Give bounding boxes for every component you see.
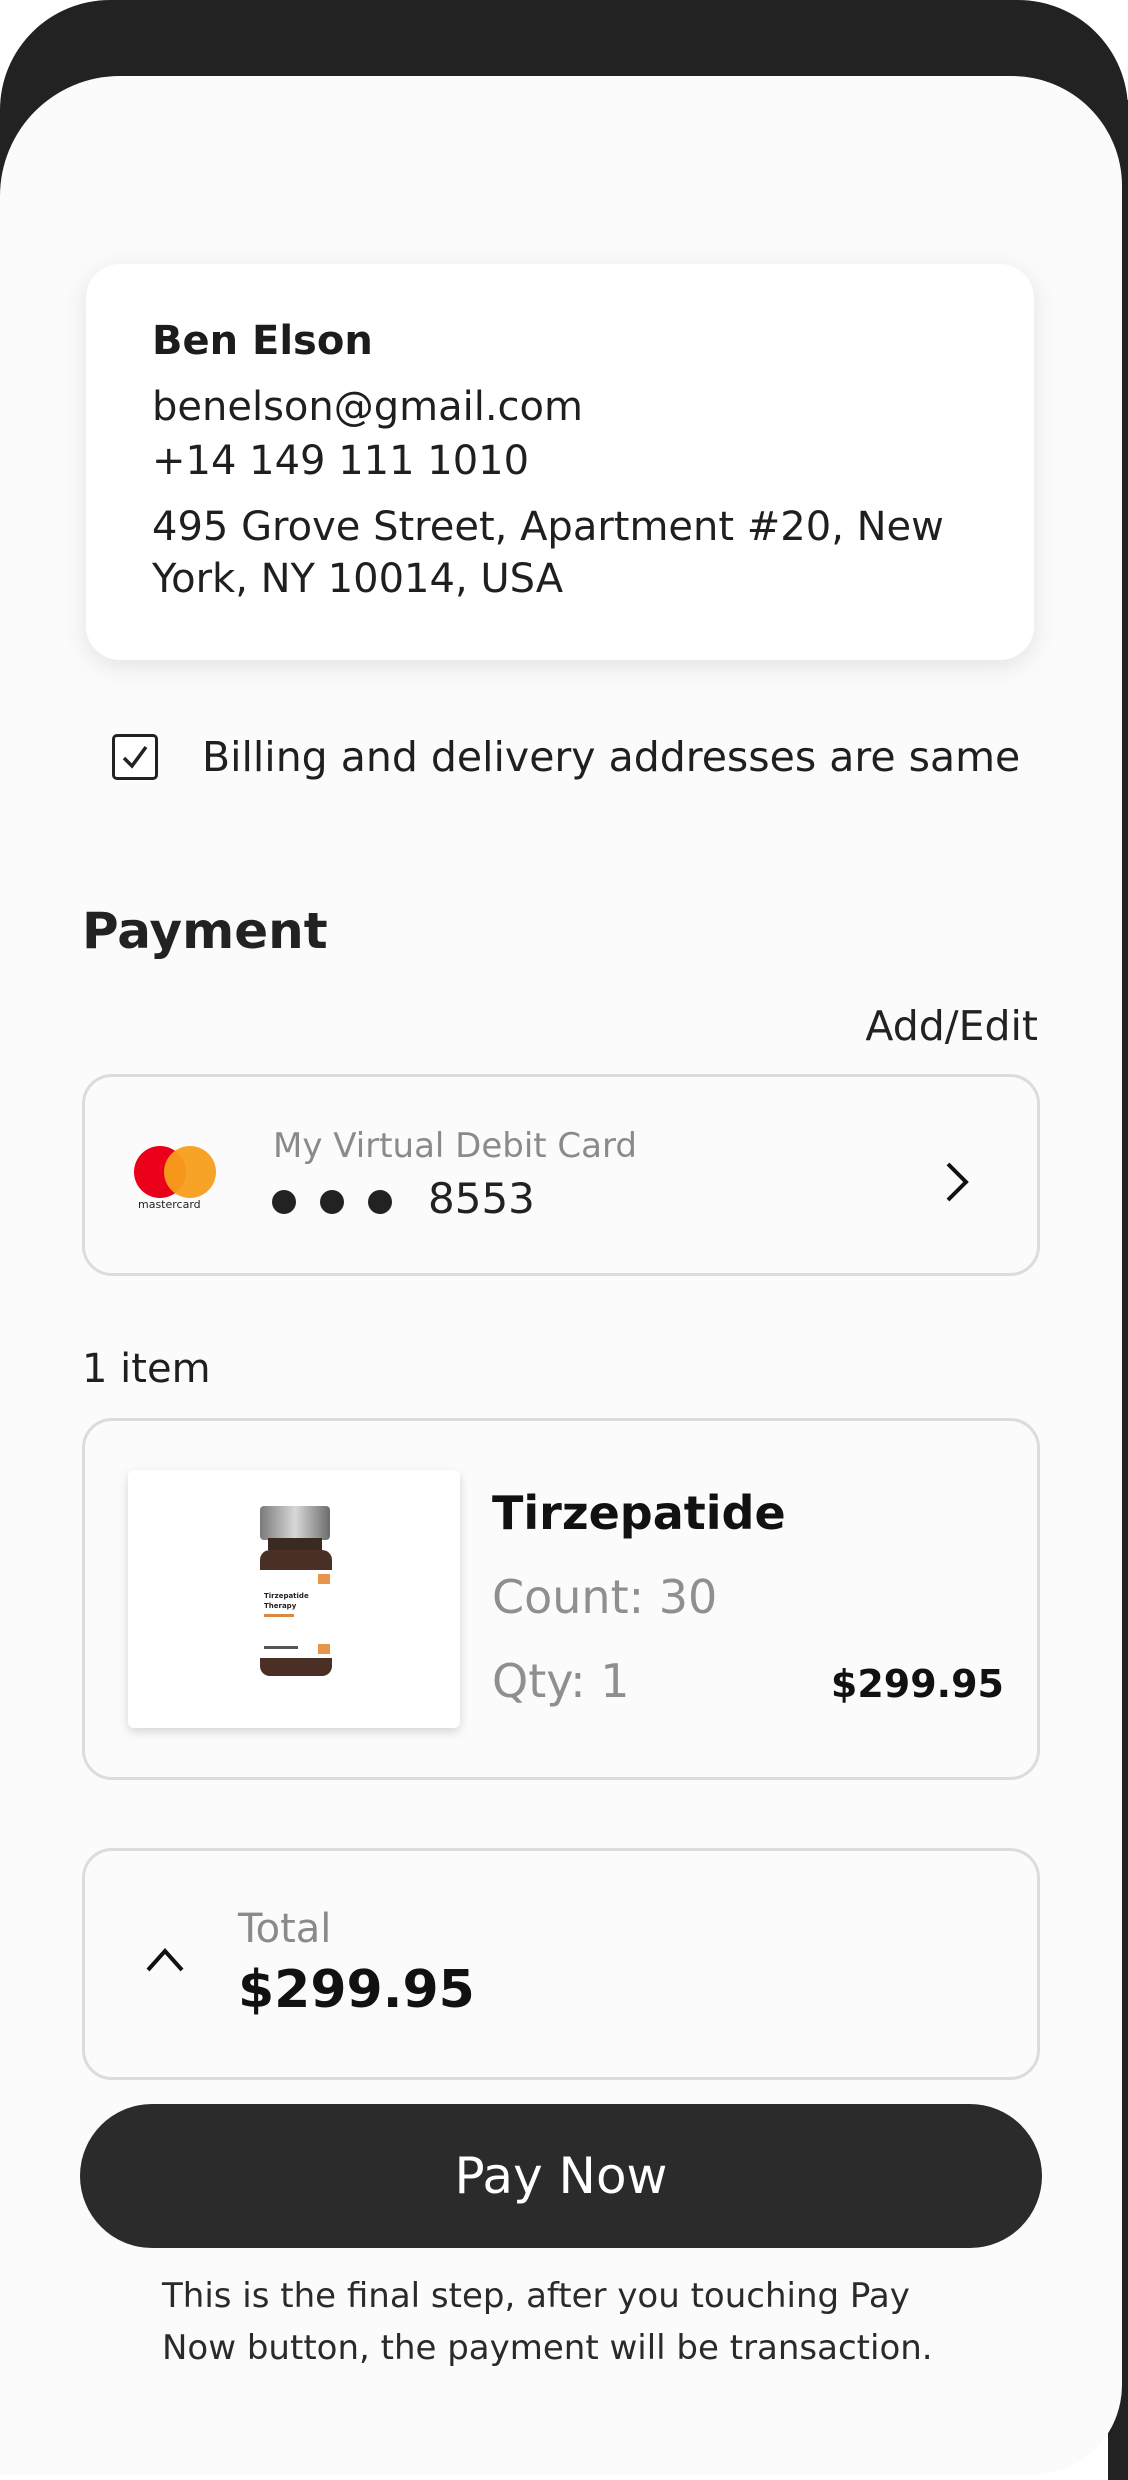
pay-now-button[interactable]: Pay Now: [80, 2104, 1042, 2248]
chevron-right-icon[interactable]: [940, 1158, 974, 1206]
payment-card-row[interactable]: [82, 1074, 1040, 1276]
product-price: $299.95: [830, 1662, 1004, 1706]
product-count: Count: 30: [492, 1570, 718, 1624]
medicine-vial-icon: Tirzepatide Therapy: [260, 1506, 332, 1676]
card-last4: 8553: [428, 1174, 535, 1223]
total-summary[interactable]: [82, 1848, 1040, 2080]
items-count: 1 item: [82, 1346, 211, 1392]
payment-title: Payment: [82, 902, 328, 960]
checkmark-icon: [122, 745, 148, 769]
card-mask-dot: [320, 1190, 344, 1214]
payment-note: This is the final step, after you touchi…: [162, 2270, 982, 2374]
billing-same-checkbox[interactable]: [112, 734, 158, 780]
product-name: Tirzepatide: [492, 1486, 786, 1540]
payment-note-line1: This is the final step, after you touchi…: [162, 2276, 910, 2316]
address-email: benelson@gmail.com: [152, 384, 583, 430]
add-edit-link[interactable]: Add/Edit: [865, 1002, 1038, 1050]
mastercard-orange-circle: [164, 1146, 216, 1198]
address-street: 495 Grove Street, Apartment #20, New: [152, 504, 944, 550]
mastercard-logo-icon: mastercard: [134, 1146, 220, 1211]
svg-text:Tirzepatide: Tirzepatide: [264, 1592, 309, 1600]
payment-note-line2: Now button, the payment will be transact…: [162, 2328, 933, 2368]
billing-same-label[interactable]: Billing and delivery addresses are same: [202, 733, 1020, 781]
svg-text:Therapy: Therapy: [264, 1602, 297, 1610]
address-city: York, NY 10014, USA: [152, 556, 564, 602]
chevron-up-icon[interactable]: [144, 1944, 186, 1974]
card-mask-dot: [368, 1190, 392, 1214]
card-name: My Virtual Debit Card: [273, 1126, 637, 1166]
mastercard-wordmark: mastercard: [138, 1198, 201, 1211]
card-mask-dot: [272, 1190, 296, 1214]
product-image: Tirzepatide Therapy: [128, 1470, 460, 1728]
address-phone: +14 149 111 1010: [152, 438, 530, 484]
total-label: Total: [238, 1906, 332, 1952]
total-value: $299.95: [238, 1960, 475, 2020]
address-name: Ben Elson: [152, 318, 373, 364]
product-qty: Qty: 1: [492, 1654, 630, 1708]
